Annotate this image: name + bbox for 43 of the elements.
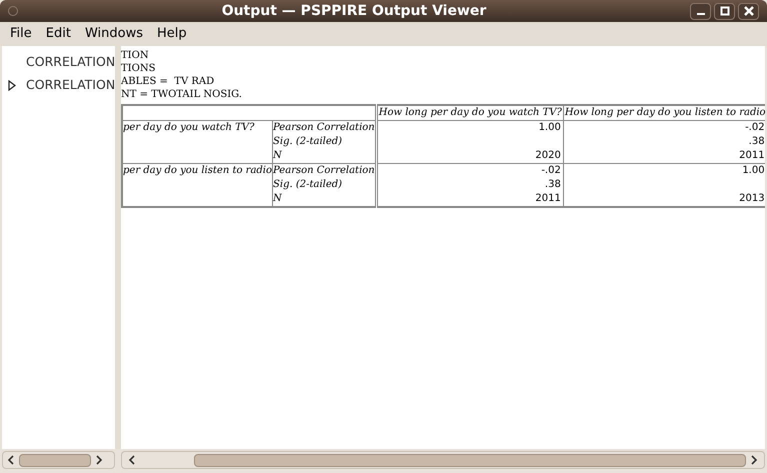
syntax-line: TIONS — [121, 62, 156, 75]
window-menu-icon[interactable] — [8, 6, 18, 16]
column-header: How long per day do you listen to radio — [563, 105, 765, 120]
row-label: per day do you watch TV? — [122, 120, 273, 164]
table-value: 1.00 — [741, 164, 765, 178]
outline-item[interactable]: CORRELATION — [26, 53, 115, 72]
statistic-label: Sig. (2-tailed) — [273, 135, 344, 149]
scroll-right-icon[interactable] — [750, 455, 758, 465]
menu-item[interactable]: File — [10, 24, 32, 44]
scrollbar-thumb[interactable] — [194, 454, 746, 466]
maximize-icon[interactable] — [714, 2, 735, 20]
column-header: How long per day do you watch TV? — [376, 105, 564, 120]
syntax-line: TION — [121, 49, 150, 62]
scroll-left-icon[interactable] — [7, 455, 15, 465]
close-icon[interactable] — [738, 2, 759, 20]
statistic-label: N — [273, 149, 283, 163]
statistic-label: Pearson Correlation — [273, 164, 375, 178]
table-value: -.02 — [744, 121, 765, 135]
menu-item[interactable]: Edit — [46, 24, 71, 44]
horizontal-scrollbar[interactable] — [121, 451, 765, 469]
table-value: .38 — [544, 178, 561, 192]
syntax-line: NT = TWOTAIL NOSIG. — [121, 88, 243, 101]
syntax-line: ABLES = TV RAD — [121, 75, 216, 88]
scrollbar-thumb[interactable] — [19, 454, 91, 466]
minimize-icon[interactable] — [690, 2, 711, 20]
outline-item[interactable]: CORRELATION — [26, 76, 115, 95]
menu-item[interactable]: Help — [156, 24, 187, 44]
table-value: 2011 — [738, 149, 765, 163]
table-value: 2011 — [534, 192, 561, 206]
expander-icon[interactable] — [8, 80, 16, 91]
menu-item[interactable]: Windows — [84, 24, 143, 44]
table-value: .38 — [748, 135, 765, 149]
scroll-left-icon[interactable] — [128, 455, 136, 465]
horizontal-scrollbar[interactable] — [2, 451, 115, 469]
statistic-label: N — [273, 192, 283, 206]
statistic-label: Sig. (2-tailed) — [273, 178, 344, 192]
table-value: 1.00 — [538, 121, 561, 135]
table-value: -.02 — [540, 164, 561, 178]
table-value: 2020 — [534, 149, 561, 163]
window-title: Output — PSPPIRE Output Viewer — [222, 2, 486, 20]
statistic-label: Pearson Correlation — [273, 121, 375, 135]
table-value: 2013 — [738, 192, 765, 206]
scroll-right-icon[interactable] — [95, 455, 103, 465]
